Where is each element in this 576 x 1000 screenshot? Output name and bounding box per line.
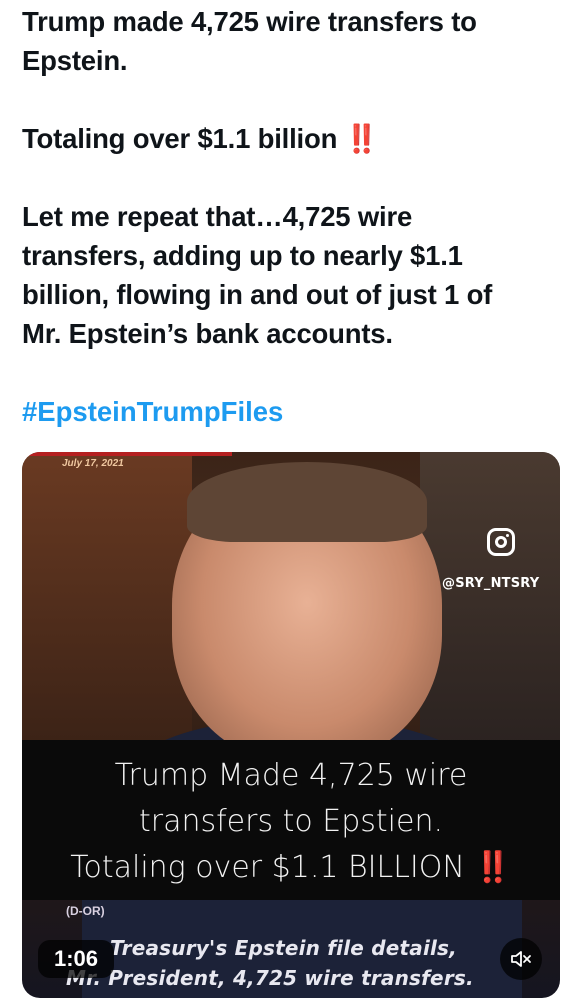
video-caption-line: Trump Made 4,725 wire [114, 758, 468, 793]
video-lower-third: Treasury's Epstein file details, [110, 936, 457, 960]
video-speaker-hair [187, 462, 427, 542]
mute-button[interactable] [500, 938, 542, 980]
video-party-tag: (D-OR) [66, 904, 105, 918]
post-text: Trump made 4,725 wire transfers to Epste… [22, 2, 562, 431]
double-exclamation-emoji: ‼️ [344, 123, 379, 154]
post-line: Totaling over $1.1 billion ‼️ [22, 119, 562, 158]
video-caption-line: transfers to Epstien. [138, 804, 444, 839]
video-background [22, 452, 192, 752]
video-watermark-handle: @SRY_NTSRY [442, 576, 540, 591]
post-line: Mr. Epstein’s bank accounts. [22, 318, 393, 349]
post-line: Trump made 4,725 wire transfers to [22, 6, 477, 37]
video-caption-line: Totaling over $1.1 BILLION ‼️ [22, 850, 560, 885]
post-line: transfers, adding up to nearly $1.1 [22, 240, 463, 271]
post-line: Let me repeat that…4,725 wire [22, 201, 413, 232]
video-lower-third: Mr. President, 4,725 wire transfers. [66, 966, 474, 990]
video-date-stamp: July 17, 2021 [62, 458, 124, 469]
video-caption-text: Totaling over $1.1 BILLION [70, 850, 465, 885]
volume-muted-icon [511, 951, 531, 967]
video-player[interactable]: July 17, 2021 @SRY_NTSRY Trump Made 4,72… [22, 452, 560, 998]
hashtag-link[interactable]: #EpsteinTrumpFiles [22, 392, 562, 431]
video-timer: 1:06 [38, 940, 114, 978]
video-top-bar [22, 452, 232, 456]
post-line: billion, flowing in and out of just 1 of [22, 279, 493, 310]
double-exclamation-emoji: ‼️ [474, 850, 512, 885]
post-line: Epstein. [22, 45, 128, 76]
post-line-text: Totaling over $1.1 billion [22, 123, 338, 154]
instagram-icon [487, 528, 515, 556]
